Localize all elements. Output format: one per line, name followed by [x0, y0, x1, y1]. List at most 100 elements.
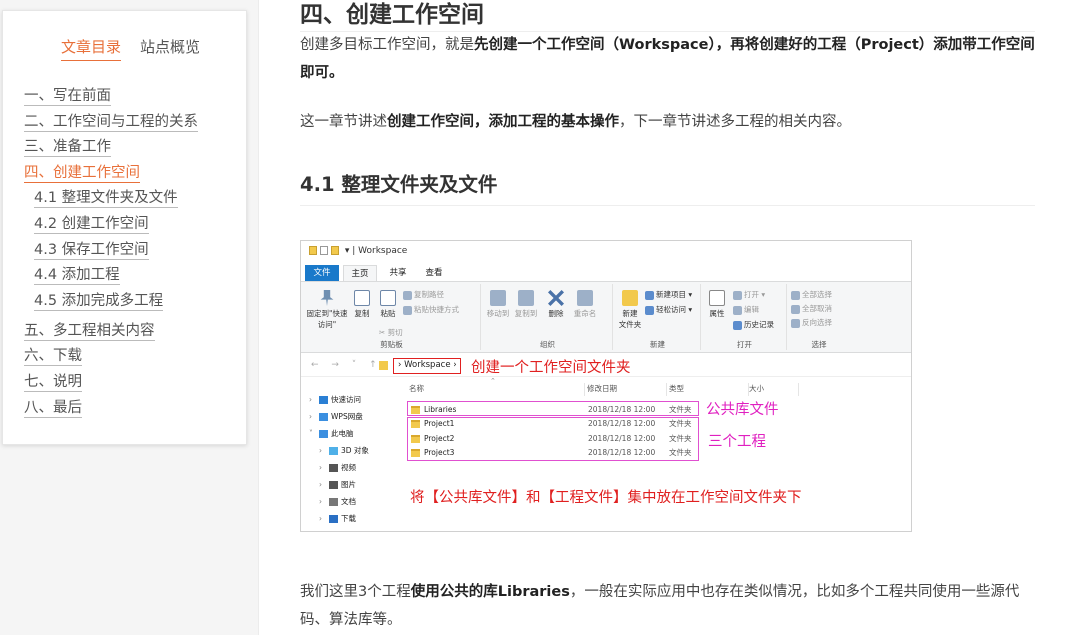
toc-item[interactable]: 一、写在前面 [24, 84, 236, 110]
tree-item-label: 此电脑 [331, 429, 354, 438]
label: 重命名 [573, 309, 597, 318]
invert-selection-button[interactable]: 反向选择 [791, 317, 832, 328]
tree-item[interactable]: › 下载 [309, 510, 369, 527]
rename-button[interactable]: 重命名 [571, 290, 599, 319]
toc-item-label[interactable]: 五、多工程相关内容 [24, 322, 155, 341]
tree-item-label: 文档 [341, 497, 356, 506]
toc-item[interactable]: 4.5 添加完成多工程 [24, 289, 236, 319]
toc-item-label[interactable]: 六、下载 [24, 348, 82, 367]
toc-item-label[interactable]: 4.1 整理文件夹及文件 [34, 190, 178, 209]
folder-icon [379, 361, 388, 370]
copy-path-button[interactable]: 复制路径 [403, 289, 444, 300]
column-headers: 名称 修改日期 类型 大小 [409, 383, 799, 396]
toc-item-label[interactable]: 4.2 创建工作空间 [34, 215, 149, 234]
toc-item[interactable]: 二、工作空间与工程的关系 [24, 110, 236, 136]
group-label: 组织 [540, 340, 555, 349]
label: 轻松访问 ▾ [656, 305, 693, 314]
tree-item[interactable]: › WPS网盘 [309, 408, 369, 425]
edit-button[interactable]: 编辑 [733, 304, 759, 315]
invert-selection-icon [791, 318, 800, 328]
toc-item[interactable]: 五、多工程相关内容 [24, 319, 236, 345]
tree-item[interactable]: › 3D 对象 [309, 442, 369, 459]
chevron-icon[interactable]: › [319, 493, 329, 510]
toc-item-label[interactable]: 一、写在前面 [24, 88, 111, 106]
tree-item-icon [319, 413, 328, 421]
text: ，下一章节讲述多工程的相关内容。 [619, 114, 851, 130]
tab-article-toc[interactable]: 文章目录 [61, 36, 122, 61]
nav-arrows[interactable]: ← → ˅ ↑ [311, 360, 382, 370]
group-label: 选择 [811, 340, 827, 349]
chevron-icon[interactable]: › [319, 510, 329, 527]
paste-shortcut-button[interactable]: 粘贴快捷方式 [403, 304, 459, 315]
tree-item[interactable]: › 视频 [309, 459, 369, 476]
history-button[interactable]: 历史记录 [733, 319, 774, 330]
toc-item-label[interactable]: 四、创建工作空间 [24, 164, 140, 183]
easy-access-button[interactable]: 轻松访问 ▾ [645, 304, 692, 315]
pin-quick-access-button[interactable]: 固定到"快速访问" [305, 290, 349, 330]
chevron-icon[interactable]: ˅ [309, 425, 319, 442]
tree-item[interactable]: › 图片 [309, 476, 369, 493]
chevron-icon[interactable]: › [319, 476, 329, 493]
paste-icon [380, 290, 396, 306]
text: 创建多目标工作空间，就是 [300, 37, 474, 53]
toc-item-label[interactable]: 二、工作空间与工程的关系 [24, 113, 198, 132]
tree-item[interactable]: › 文档 [309, 493, 369, 510]
checkmark-icon [709, 290, 725, 306]
tree-item-label: WPS网盘 [331, 412, 363, 421]
column-size[interactable]: 大小 [749, 383, 799, 396]
toc-item-label[interactable]: 三、准备工作 [24, 139, 111, 158]
ribbon-group-open: 属性 打开 ▾ 编辑 历史记录 打开 [703, 284, 787, 350]
ribbon-tab-file[interactable]: 文件 [305, 265, 339, 282]
column-date[interactable]: 修改日期 [587, 383, 667, 396]
tree-item-icon [329, 498, 338, 506]
delete-button[interactable]: 删除 [545, 290, 567, 319]
tab-site-overview[interactable]: 站点概览 [140, 36, 200, 57]
new-folder-button[interactable]: 新建 文件夹 [617, 290, 643, 330]
paste-button[interactable]: 粘贴 [377, 290, 399, 319]
ribbon-tab-view[interactable]: 查看 [417, 265, 451, 282]
toc-item-label[interactable]: 4.5 添加完成多工程 [34, 292, 164, 311]
column-name[interactable]: 名称 [409, 383, 585, 396]
chevron-icon[interactable]: › [319, 459, 329, 476]
label: 复制路径 [414, 290, 444, 299]
ribbon-group-clipboard: 固定到"快速访问" 复制 粘贴 复制路径 粘贴快捷方式 ✂ 剪切 剪贴板 [303, 284, 481, 350]
new-item-button[interactable]: 新建项目 ▾ [645, 289, 692, 300]
subsection-heading: 4.1 整理文件夹及文件 [300, 168, 1035, 206]
properties-button[interactable]: 属性 [705, 290, 729, 319]
toc-item[interactable]: 4.3 保存工作空间 [24, 238, 236, 264]
open-button[interactable]: 打开 ▾ [733, 289, 765, 300]
toc-item[interactable]: 八、最后 [24, 396, 236, 422]
toc-item[interactable]: 4.4 添加工程 [24, 263, 236, 289]
select-all-button[interactable]: 全部选择 [791, 289, 832, 300]
toc-item[interactable]: 4.2 创建工作空间 [24, 212, 236, 238]
group-label: 新建 [650, 340, 665, 349]
chevron-icon[interactable]: › [309, 391, 319, 408]
chevron-icon[interactable]: › [319, 442, 329, 459]
toc-item[interactable]: 七、说明 [24, 370, 236, 396]
address-bar[interactable]: › Workspace › [393, 358, 461, 374]
annotation-library: 公共库文件 [706, 402, 779, 418]
toc-item[interactable]: 六、下载 [24, 344, 236, 370]
toc-item-label[interactable]: 4.4 添加工程 [34, 267, 120, 286]
toc-item[interactable]: 4.1 整理文件夹及文件 [24, 186, 236, 212]
cut-button[interactable]: ✂ 剪切 [379, 327, 403, 338]
toc-item-label[interactable]: 八、最后 [24, 399, 82, 418]
toc-item-label[interactable]: 七、说明 [24, 373, 82, 392]
toc-item[interactable]: 四、创建工作空间 [24, 161, 236, 187]
column-type[interactable]: 类型 [669, 383, 749, 396]
copy-button[interactable]: 复制 [351, 290, 373, 319]
move-to-button[interactable]: 移动到 [485, 290, 511, 319]
copy-to-button[interactable]: 复制到 [513, 290, 539, 319]
ribbon-tab-home[interactable]: 主页 [343, 265, 377, 282]
tree-item[interactable]: › 快速访问 [309, 391, 369, 408]
select-none-button[interactable]: 全部取消 [791, 303, 832, 314]
ribbon-group-select: 全部选择 全部取消 反向选择 选择 [789, 284, 849, 350]
tree-item[interactable]: ˅ 此电脑 [309, 425, 369, 442]
chevron-icon[interactable]: › [309, 408, 319, 425]
label: 新建项目 ▾ [656, 290, 693, 299]
text: 这一章节讲述 [300, 114, 387, 130]
toc-item-label[interactable]: 4.3 保存工作空间 [34, 241, 149, 260]
ribbon-tab-share[interactable]: 共享 [381, 265, 415, 282]
ribbon-group-organize: 移动到 复制到 删除 重命名 组织 [483, 284, 613, 350]
toc-item[interactable]: 三、准备工作 [24, 135, 236, 161]
